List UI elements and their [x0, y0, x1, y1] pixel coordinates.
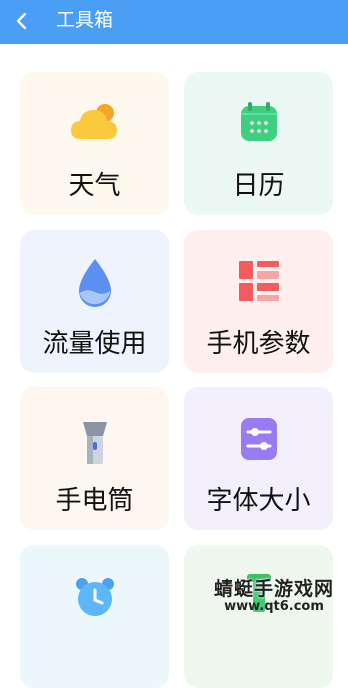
- tool-card-data-usage[interactable]: 流量使用: [20, 230, 169, 373]
- tool-card-weather[interactable]: 天气: [20, 72, 169, 215]
- weather-cloud-sun-icon: [70, 104, 117, 139]
- tool-label: 日历: [232, 171, 285, 201]
- watermark: 蜻蜓手游戏网 www.qt6.com: [206, 578, 342, 614]
- watermark-url: www.qt6.com: [224, 599, 324, 614]
- tool-label: 手机参数: [206, 329, 311, 359]
- tool-card-green[interactable]: [184, 545, 333, 688]
- tool-card-font-size[interactable]: 字体大小: [184, 387, 333, 530]
- tool-card-phone-specs[interactable]: 手机参数: [184, 230, 333, 373]
- alarm-clock-icon: [75, 578, 114, 616]
- tool-card-alarm[interactable]: [20, 545, 169, 688]
- tool-label: 手电筒: [55, 486, 134, 516]
- tool-grid: 天气 日历 流量使用 手机参数 手电筒 字体大小: [0, 0, 348, 688]
- flashlight-icon: [82, 422, 107, 464]
- tool-card-calendar[interactable]: 日历: [184, 72, 333, 215]
- tool-label: 流量使用: [42, 329, 147, 359]
- tool-label: 字体大小: [206, 486, 311, 516]
- water-drop-icon: [78, 259, 111, 307]
- sliders-icon: [240, 418, 277, 460]
- calendar-icon: [240, 102, 277, 141]
- tool-card-flashlight[interactable]: 手电筒: [20, 387, 169, 530]
- tool-label: 天气: [68, 171, 121, 201]
- grid-blocks-icon: [238, 261, 279, 301]
- watermark-text: 蜻蜓手游戏网: [213, 578, 334, 600]
